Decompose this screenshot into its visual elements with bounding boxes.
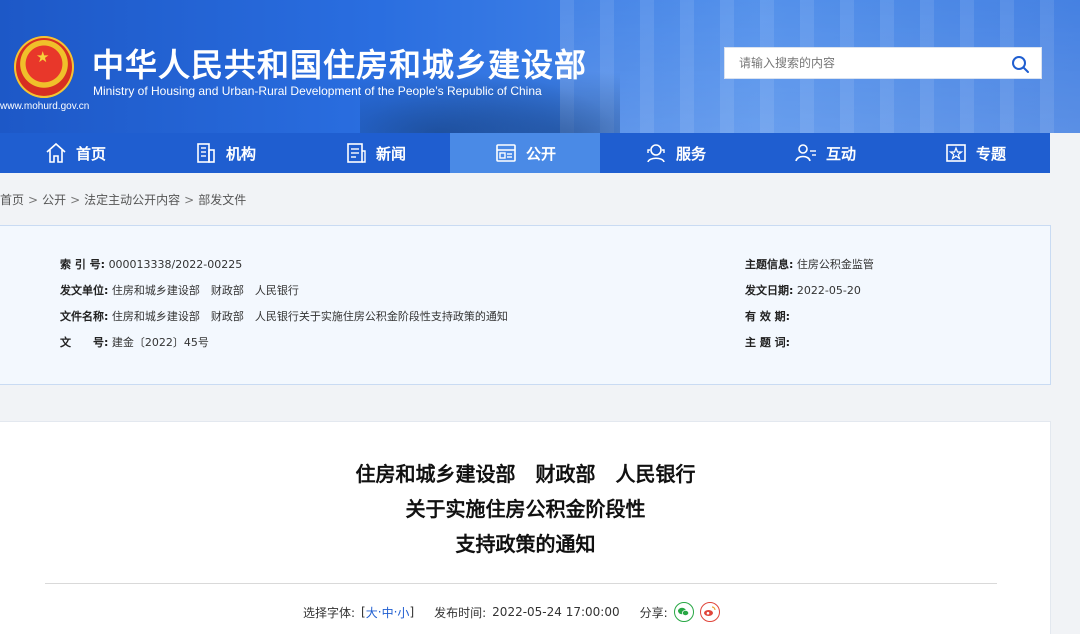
nav-item-label: 首页 (75, 144, 106, 163)
breadcrumb-public[interactable]: 公开 (42, 193, 66, 207)
national-emblem-icon: ★ (14, 36, 74, 98)
main-nav: 首页 机构 新闻 公开 服务 互动 专题 (0, 133, 1050, 173)
meta-issuer-row: 发文单位: 住房和城乡建设部 财政部 人民银行 (60, 282, 299, 298)
meta-subject-row: 主 题 词: (745, 334, 790, 350)
article-title-line-2: 关于实施住房公积金阶段性 (405, 497, 646, 521)
nav-item-home[interactable]: 首页 (0, 133, 150, 173)
article-title-line-3: 支持政策的通知 (455, 532, 596, 556)
breadcrumb-ministry-docs[interactable]: 部发文件 (198, 193, 246, 207)
wechat-icon (677, 607, 689, 616)
breadcrumb-separator: > (28, 193, 39, 207)
meta-validity-row: 有 效 期: (745, 308, 790, 324)
site-title[interactable]: 中华人民共和国住房和城乡建设部 (92, 40, 587, 86)
breadcrumb-separator: > (184, 193, 195, 207)
meta-date-value: 2022-05-20 (796, 284, 861, 297)
search-box (724, 47, 1042, 79)
nav-item-interaction[interactable]: 互动 (750, 133, 900, 173)
meta-docno-value: 建金〔2022〕45号 (111, 336, 209, 349)
meta-issuer-label: 发文单位: (60, 284, 109, 297)
breadcrumb-home[interactable]: 首页 (0, 193, 24, 207)
site-subtitle: Ministry of Housing and Urban-Rural Deve… (93, 84, 542, 98)
nav-item-organization[interactable]: 机构 (150, 133, 300, 173)
meta-issuer-value: 住房和城乡建设部 财政部 人民银行 (111, 284, 299, 297)
nav-item-label: 新闻 (375, 144, 406, 163)
nav-item-topics[interactable]: 专题 (900, 133, 1050, 173)
meta-index-row: 索 引 号: 000013338/2022-00225 (60, 256, 242, 272)
nav-item-public[interactable]: 公开 (450, 133, 600, 173)
nav-item-label: 服务 (675, 144, 706, 163)
meta-docno-label: 文 号: (60, 336, 109, 349)
document-metadata: 索 引 号: 000013338/2022-00225 发文单位: 住房和城乡建… (0, 225, 1051, 385)
search-input[interactable] (725, 48, 1005, 78)
nav-item-label: 互动 (825, 144, 856, 163)
meta-topic-value: 住房公积金监管 (796, 258, 874, 271)
interaction-icon (795, 144, 816, 162)
meta-docname-value: 住房和城乡建设部 财政部 人民银行关于实施住房公积金阶段性支持政策的通知 (111, 310, 508, 323)
nav-item-label: 机构 (225, 144, 256, 163)
breadcrumb: 首页 > 公开 > 法定主动公开内容 > 部发文件 (0, 191, 246, 208)
star-icon: ★ (36, 48, 50, 66)
nav-item-news[interactable]: 新闻 (300, 133, 450, 173)
site-url: www.mohurd.gov.cn (0, 101, 90, 112)
publish-time-value: 2022-05-24 17:00:00 (492, 605, 620, 619)
article-title-line-1: 住房和城乡建设部 财政部 人民银行 (355, 462, 696, 486)
article-toolbar: 选择字体: [ 大 · 中 · 小 ] 发布时间: 2022-05-24 17:… (303, 602, 720, 622)
article-divider (45, 583, 997, 584)
meta-validity-label: 有 效 期: (745, 310, 791, 323)
search-icon (1012, 56, 1029, 73)
meta-topic-row: 主题信息: 住房公积金监管 (745, 256, 874, 272)
font-size-large[interactable]: 大 (366, 604, 378, 621)
news-icon (347, 143, 366, 163)
topic-icon (946, 144, 966, 162)
publish-time-label: 发布时间: (434, 605, 487, 620)
site-header: ★ www.mohurd.gov.cn 中华人民共和国住房和城乡建设部 Mini… (0, 0, 1080, 133)
font-size-medium[interactable]: 中 (382, 604, 394, 621)
breadcrumb-separator: > (70, 193, 81, 207)
nav-item-label: 专题 (975, 144, 1006, 163)
meta-date-row: 发文日期: 2022-05-20 (745, 282, 861, 298)
font-size-small[interactable]: 小 (397, 604, 409, 621)
meta-date-label: 发文日期: (745, 284, 794, 297)
weibo-icon (703, 606, 716, 616)
meta-topic-label: 主题信息: (745, 258, 794, 271)
breadcrumb-statutory[interactable]: 法定主动公开内容 (84, 193, 180, 207)
meta-docname-row: 文件名称: 住房和城乡建设部 财政部 人民银行关于实施住房公积金阶段性支持政策的… (60, 308, 508, 324)
article: 住房和城乡建设部 财政部 人民银行 关于实施住房公积金阶段性 支持政策的通知 选… (0, 421, 1051, 634)
meta-index-value: 000013338/2022-00225 (108, 258, 243, 271)
service-icon (647, 144, 665, 163)
font-size-label: 选择字体: (303, 605, 356, 620)
nav-item-label: 公开 (525, 144, 556, 163)
meta-docno-row: 文 号: 建金〔2022〕45号 (60, 334, 209, 350)
meta-docname-label: 文件名称: (60, 310, 109, 323)
meta-subject-label: 主 题 词: (745, 336, 791, 349)
font-size-close-bracket: ] (409, 605, 415, 619)
search-button[interactable] (1009, 53, 1031, 75)
building-icon (197, 143, 215, 163)
nav-item-service[interactable]: 服务 (600, 133, 750, 173)
home-icon (46, 142, 66, 163)
wechat-share-button[interactable] (673, 602, 694, 622)
share-label: 分享: (639, 605, 668, 620)
nav-right-gap (1050, 133, 1080, 173)
document-icon (496, 144, 516, 162)
weibo-share-button[interactable] (699, 602, 720, 622)
meta-index-label: 索 引 号: (60, 258, 106, 271)
